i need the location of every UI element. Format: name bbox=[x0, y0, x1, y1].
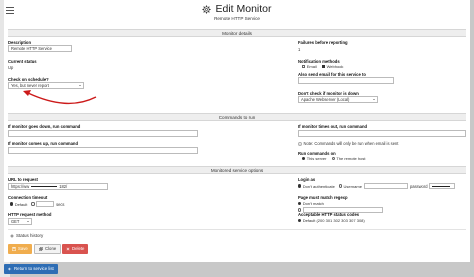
gear-icon bbox=[202, 4, 212, 14]
cmd-timeout-input[interactable] bbox=[298, 130, 466, 137]
clone-button[interactable]: Clone bbox=[34, 244, 62, 254]
cmd-down-input[interactable] bbox=[8, 130, 198, 137]
title-row: Edit Monitor bbox=[4, 3, 470, 15]
dont-check-value: Apache Webserver (Local) bbox=[301, 97, 350, 102]
login-label: Login as bbox=[298, 177, 316, 182]
page-subtitle: Remote HTTP Service bbox=[214, 16, 260, 21]
notify-email-option[interactable]: Email bbox=[302, 64, 317, 69]
hamburger-menu-icon[interactable] bbox=[5, 6, 15, 15]
timeout-secs-label: secs bbox=[56, 201, 65, 207]
remote-host-label: The remote host bbox=[336, 156, 366, 161]
status-history-label: Status history bbox=[16, 233, 44, 238]
dont-check-select[interactable]: Apache Webserver (Local) bbox=[298, 96, 378, 103]
dont-match-label: Don't match bbox=[302, 201, 324, 206]
dont-authenticate-label: Don't authenticate bbox=[302, 183, 335, 189]
timeout-default-radio[interactable] bbox=[10, 202, 14, 206]
run-on-options: This server The remote host bbox=[302, 156, 369, 161]
webhook-checkbox[interactable] bbox=[321, 64, 326, 69]
info-icon bbox=[298, 141, 302, 146]
status-codes-default-option[interactable]: Default (200 301 302 303 307 308) bbox=[298, 218, 365, 223]
page-header: Edit Monitor Remote HTTP Service bbox=[4, 0, 470, 27]
timeout-default-label: Default bbox=[14, 201, 28, 207]
login-options: Don't authenticate Username password bbox=[298, 183, 456, 189]
email-input[interactable] bbox=[298, 77, 394, 84]
description-value: Remote HTTP Service bbox=[11, 46, 52, 51]
password-dots bbox=[432, 185, 451, 187]
section-monitor-details: Monitor details bbox=[8, 29, 466, 37]
dont-match-radio[interactable] bbox=[298, 201, 302, 206]
notify-webhook-option[interactable]: Webhook bbox=[321, 64, 344, 69]
email-checkbox[interactable] bbox=[302, 64, 306, 69]
method-value: GET bbox=[11, 219, 20, 224]
password-input[interactable] bbox=[429, 183, 456, 189]
email-option-label: Email bbox=[306, 64, 317, 69]
return-to-service-list-button[interactable]: Return to service list bbox=[4, 264, 58, 274]
cmd-up-input[interactable] bbox=[8, 147, 198, 154]
timeout-default-option[interactable]: Default bbox=[10, 202, 27, 207]
clone-icon bbox=[39, 247, 43, 251]
plus-icon bbox=[10, 233, 14, 238]
url-label: URL to request bbox=[8, 177, 38, 182]
clone-button-label: Clone bbox=[45, 246, 57, 251]
current-status-value: Up bbox=[8, 65, 14, 70]
status-codes-label: Acceptable HTTP status codes bbox=[298, 212, 360, 217]
current-status-label: Current status bbox=[8, 59, 37, 64]
cmd-note: Note: Commands will only be run when ema… bbox=[298, 141, 398, 146]
save-button-label: Save bbox=[18, 246, 28, 251]
dont-authenticate-radio[interactable] bbox=[298, 184, 302, 188]
method-label: HTTP request method bbox=[8, 212, 52, 217]
password-label: password bbox=[409, 183, 428, 189]
timeout-secs-input[interactable] bbox=[36, 201, 55, 207]
username-radio[interactable] bbox=[338, 184, 342, 188]
regexp-dont-match-option[interactable]: Don't match bbox=[298, 201, 324, 206]
notification-options: Email Webhook bbox=[302, 64, 347, 69]
username-label: Username bbox=[343, 183, 362, 189]
description-input[interactable]: Remote HTTP Service bbox=[8, 45, 72, 52]
delete-button-label: Delete bbox=[72, 246, 85, 251]
this-server-radio[interactable] bbox=[302, 156, 306, 161]
remote-host-radio[interactable] bbox=[331, 156, 335, 161]
return-button-label: Return to service list bbox=[14, 266, 54, 271]
method-select[interactable]: GET bbox=[8, 218, 32, 225]
cmd-down-label: If monitor goes down, run command bbox=[8, 124, 81, 129]
divider bbox=[8, 229, 466, 230]
cmd-timeout-label: If monitor times out, run command bbox=[298, 124, 368, 129]
status-codes-options: Default (200 301 302 303 307 308) bbox=[298, 218, 369, 223]
timeout-label: Connection timeout bbox=[8, 195, 48, 200]
delete-icon bbox=[66, 247, 70, 251]
delete-button[interactable]: Delete bbox=[62, 244, 89, 254]
webhook-option-label: Webhook bbox=[326, 64, 344, 69]
url-input[interactable]: https://ww 182/ bbox=[8, 183, 108, 190]
status-codes-default-label: Default (200 301 302 303 307 308) bbox=[302, 218, 365, 223]
url-value-start: https://ww bbox=[11, 184, 30, 189]
url-value-end: 182/ bbox=[59, 184, 68, 189]
save-icon bbox=[12, 247, 16, 251]
annotation-arrow bbox=[23, 90, 97, 105]
regexp-label: Page must match regexp bbox=[298, 195, 348, 200]
arrow-left-icon bbox=[8, 267, 12, 271]
url-redaction bbox=[31, 186, 58, 188]
section-service-options: Monitored service options bbox=[8, 166, 466, 174]
run-on-this-server[interactable]: This server bbox=[302, 156, 326, 161]
status-codes-default-radio[interactable] bbox=[298, 218, 302, 223]
this-server-label: This server bbox=[306, 156, 327, 161]
login-username[interactable]: Username bbox=[338, 183, 362, 189]
timeout-custom-radio[interactable] bbox=[31, 202, 35, 206]
login-dont-authenticate[interactable]: Don't authenticate bbox=[298, 184, 335, 189]
status-history-toggle[interactable]: Status history bbox=[10, 233, 43, 238]
save-button[interactable]: Save bbox=[8, 244, 32, 254]
run-on-remote-host[interactable]: The remote host bbox=[331, 156, 366, 161]
failures-value[interactable]: 1 bbox=[298, 47, 300, 52]
cmd-note-text: Note: Commands will only be run when ema… bbox=[303, 141, 399, 146]
regexp-options: Don't match bbox=[298, 201, 328, 206]
section-commands: Commands to run bbox=[8, 113, 466, 121]
edit-monitor-panel: Edit Monitor Remote HTTP Service Monitor… bbox=[4, 0, 470, 262]
username-input[interactable] bbox=[363, 183, 408, 189]
page-title: Edit Monitor bbox=[215, 3, 272, 15]
cmd-up-label: If monitor comes up, run command bbox=[8, 141, 79, 146]
timeout-options: Default secs bbox=[10, 201, 64, 207]
failures-label: Failures before reporting bbox=[298, 40, 348, 45]
